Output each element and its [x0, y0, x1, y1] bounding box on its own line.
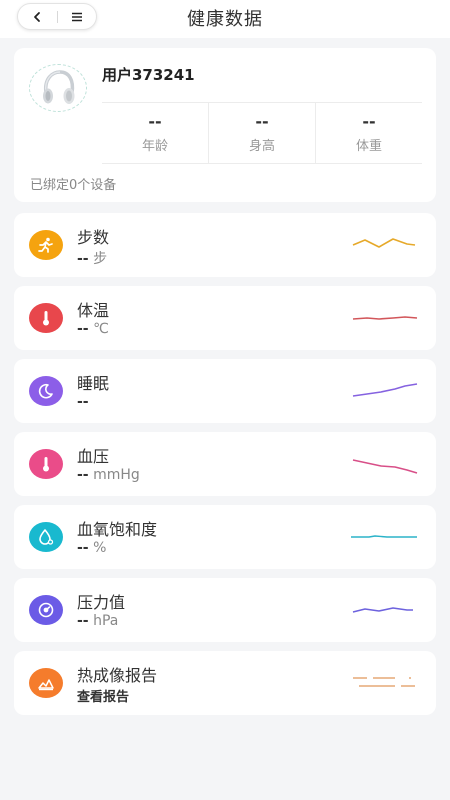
metric-card-stress[interactable]: 压力值 -- hPa [14, 578, 436, 642]
metric-unit: 步 [93, 251, 108, 267]
sleep-sparkline [352, 383, 418, 397]
thermometer-icon [29, 449, 63, 479]
username: 用户373241 [102, 66, 195, 84]
thermometer-icon [29, 303, 63, 333]
stat-label: 体重 [355, 138, 382, 154]
stat-value: -- [148, 111, 162, 131]
metric-name: 血压 [77, 447, 110, 466]
stat-age[interactable]: -- 年龄 [102, 103, 208, 163]
running-icon [29, 230, 63, 260]
metric-card-blood-oxygen[interactable]: 血氧饱和度 -- % [14, 505, 436, 569]
metric-number: -- [77, 321, 89, 337]
stat-height[interactable]: -- 身高 [208, 103, 315, 163]
profile-card[interactable]: 用户373241 -- 年龄 -- 身高 -- 体重 已绑定0个设备 [14, 48, 436, 202]
metric-value: -- mmHg [77, 467, 140, 483]
metric-value: -- [77, 394, 89, 410]
metric-name: 体温 [77, 301, 110, 320]
metric-card-thermal-report[interactable]: 热成像报告 查看报告 [14, 651, 436, 715]
metric-name: 热成像报告 [77, 666, 158, 685]
metric-number: -- [77, 394, 89, 410]
metric-card-steps[interactable]: 步数 -- 步 [14, 213, 436, 277]
stat-label: 身高 [248, 138, 275, 154]
metric-name: 压力值 [77, 593, 126, 612]
metric-number: -- [77, 467, 89, 483]
metric-card-temperature[interactable]: 体温 -- ℃ [14, 286, 436, 350]
stat-weight[interactable]: -- 体重 [315, 103, 422, 163]
metric-card-sleep[interactable]: 睡眠 -- [14, 359, 436, 423]
metric-value: -- % [77, 540, 106, 556]
stress-sparkline [352, 607, 413, 613]
body-stats: -- 年龄 -- 身高 -- 体重 [102, 102, 422, 164]
moon-icon [29, 376, 63, 406]
bound-devices-text: 已绑定0个设备 [30, 178, 117, 193]
metric-unit: ℃ [93, 321, 109, 337]
metric-value: -- ℃ [77, 321, 109, 337]
metric-number: -- [77, 251, 89, 267]
blood-oxygen-sparkline [351, 535, 417, 538]
thermal-image-icon [29, 668, 63, 698]
temperature-sparkline [352, 316, 418, 320]
view-report-link[interactable]: 查看报告 [77, 686, 129, 705]
metric-number: -- [77, 613, 89, 629]
metric-name: 步数 [77, 228, 110, 247]
avatar[interactable] [29, 64, 87, 112]
metric-value: -- hPa [77, 613, 118, 629]
metric-unit: mmHg [93, 467, 140, 483]
metric-unit: hPa [93, 613, 119, 629]
metric-name: 睡眠 [77, 374, 110, 393]
stat-label: 年龄 [141, 138, 168, 154]
steps-sparkline [352, 238, 416, 248]
blood-pressure-sparkline [352, 459, 418, 474]
gauge-icon [29, 595, 63, 625]
stat-value: -- [255, 111, 269, 131]
view-report-label: 查看报告 [77, 690, 130, 705]
top-bar: 健康数据 [0, 0, 450, 38]
stat-value: -- [362, 111, 376, 131]
page-title: 健康数据 [187, 9, 263, 30]
metric-value: -- 步 [77, 248, 107, 268]
droplet-icon [29, 522, 63, 552]
metric-name: 血氧饱和度 [77, 520, 158, 539]
thermal-sparkline [353, 677, 415, 687]
headphones-image [43, 70, 75, 104]
metric-unit: % [93, 540, 107, 556]
metric-card-blood-pressure[interactable]: 血压 -- mmHg [14, 432, 436, 496]
metric-number: -- [77, 540, 89, 556]
